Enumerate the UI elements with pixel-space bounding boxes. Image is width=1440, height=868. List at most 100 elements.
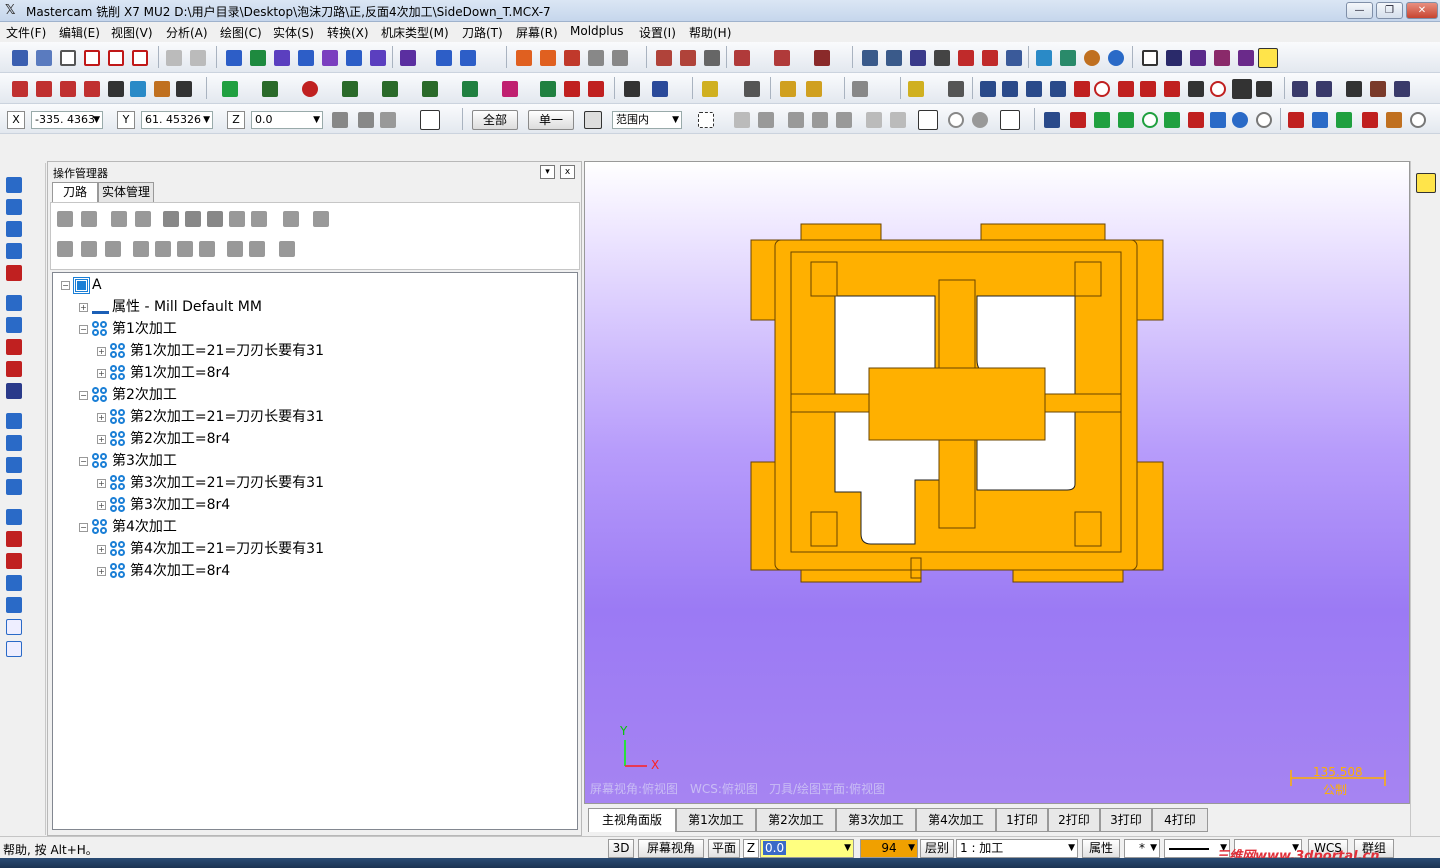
pencil-icon[interactable] [780,81,796,97]
viewport-quad-icon[interactable] [132,50,148,66]
shaded-icon[interactable] [704,50,720,66]
tab-main-view[interactable]: 主视角面版 [588,808,676,832]
tree-group[interactable]: − 第3次加工 [79,451,177,471]
solid-select-icon[interactable] [758,112,774,128]
menu-file[interactable]: 文件(F) [6,24,46,41]
chain-select-icon[interactable] [1044,112,1060,128]
repaint-icon[interactable] [322,50,338,66]
solid-extrude-icon[interactable] [1142,50,1158,66]
circle-icon[interactable] [302,81,318,97]
move-up-icon[interactable] [155,241,171,257]
tree-operation[interactable]: + 第4次加工=8r4 [97,561,230,581]
redo-icon[interactable] [190,50,206,66]
collapse-icon[interactable]: − [61,280,70,290]
letter-l-icon[interactable] [540,81,556,97]
tree-operation[interactable]: + 第1次加工=21=刀刃长要有31 [97,341,324,361]
gview-top-icon[interactable] [400,50,416,66]
grid-2-icon[interactable] [6,509,22,525]
dim-aligned-icon[interactable] [1026,81,1042,97]
save-icon[interactable] [12,50,28,66]
unzoom-icon[interactable] [298,50,314,66]
mask-icon[interactable] [1336,112,1352,128]
dim-center-icon[interactable] [1210,81,1226,97]
tab-print2[interactable]: 2打印 [1048,808,1100,832]
y-coordinate-input[interactable]: 61. 45326 ▼ [141,111,213,129]
collapse-icon[interactable]: − [79,390,88,400]
select-mode-icon[interactable] [584,111,602,129]
stop-icon[interactable] [6,553,22,569]
tree-operation[interactable]: + 第1次加工=8r4 [97,363,230,383]
window-select-icon[interactable] [698,112,714,128]
verify-select-icon[interactable] [890,112,906,128]
solid-torus-icon[interactable] [1108,50,1124,66]
measure-icon[interactable] [6,575,22,591]
tab-op4[interactable]: 第4次加工 [916,808,996,832]
loft-icon[interactable] [6,243,22,259]
collapse-icon[interactable]: − [79,324,88,334]
menu-xform[interactable]: 转换(X) [327,24,369,41]
move-down-icon[interactable] [133,241,149,257]
color-icon[interactable] [910,50,926,66]
layout-icon[interactable] [6,457,22,473]
tree-properties[interactable]: + 属性 - Mill Default MM [79,297,262,317]
trim-icon[interactable] [564,81,580,97]
insert-arrow-icon[interactable] [177,241,193,257]
check-tolerance-icon[interactable] [60,81,76,97]
toggle-post-icon[interactable] [105,241,121,257]
shell-icon[interactable] [6,295,22,311]
select-all-button[interactable]: 全部 [472,110,518,130]
calc-icon[interactable] [6,479,22,495]
chevron-down-icon[interactable]: ▼ [203,112,210,128]
checkbox-icon[interactable] [130,81,146,97]
tree-operation[interactable]: + 第4次加工=21=刀刃长要有31 [97,539,324,559]
tree-operation[interactable]: + 第2次加工=21=刀刃长要有31 [97,407,324,427]
revolve-icon[interactable] [6,199,22,215]
attributes-button[interactable]: 属性 [1082,839,1120,858]
chevron-down-icon[interactable]: ▼ [313,112,320,128]
hide-icon[interactable] [249,241,265,257]
menu-view[interactable]: 视图(V) [111,24,153,41]
toggle-selected-icon[interactable] [227,241,243,257]
solid-select-2-icon[interactable] [1210,112,1226,128]
tab-print4[interactable]: 4打印 [1152,808,1208,832]
tab-toolpaths[interactable]: 刀路 [52,182,98,203]
reselect-icon[interactable] [972,112,988,128]
tab-print3[interactable]: 3打印 [1100,808,1152,832]
menu-help[interactable]: 帮助(H) [689,24,731,41]
zoom-selected-icon[interactable] [346,50,362,66]
solid-sweep-icon[interactable] [1190,50,1206,66]
post-ops-icon[interactable] [251,211,267,227]
zoom-fit-icon[interactable] [370,50,386,66]
back-select-icon[interactable] [866,112,882,128]
check-icon[interactable] [12,81,28,97]
wire-box-icon[interactable] [6,619,22,635]
image-icon[interactable] [154,81,170,97]
scale-icon[interactable] [744,81,760,97]
scroll-icon[interactable] [199,241,215,257]
dim-table-icon[interactable] [1256,81,1272,97]
autocursor-icon[interactable] [358,112,374,128]
viewport-split-icon[interactable] [108,50,124,66]
display-icon[interactable] [1292,81,1308,97]
chevron-down-icon[interactable]: ▼ [672,112,679,128]
shade-icon[interactable] [612,50,628,66]
delete-icon[interactable] [982,50,998,66]
tree-group[interactable]: − 第4次加工 [79,517,177,537]
deselect-icon[interactable] [948,112,964,128]
post-icon[interactable] [862,50,878,66]
level-icon[interactable] [1006,50,1022,66]
select-last-icon[interactable] [918,110,938,130]
wire-icon[interactable] [656,50,672,66]
expand-icon[interactable]: + [97,368,106,378]
z-depth-input[interactable]: 0.0 ▼ [760,839,854,858]
offset-icon[interactable] [948,81,964,97]
select-single-button[interactable]: 单一 [528,110,574,130]
point-style-select[interactable]: * ▼ [1124,839,1160,858]
select-all-ops-icon[interactable] [57,211,73,227]
collapse-icon[interactable]: − [79,522,88,532]
camera-icon[interactable] [934,50,950,66]
solid-box-icon[interactable] [1036,50,1052,66]
menu-edit[interactable]: 编辑(E) [59,24,100,41]
help-ops-icon[interactable] [313,211,329,227]
wire-cube-icon[interactable] [6,641,22,657]
